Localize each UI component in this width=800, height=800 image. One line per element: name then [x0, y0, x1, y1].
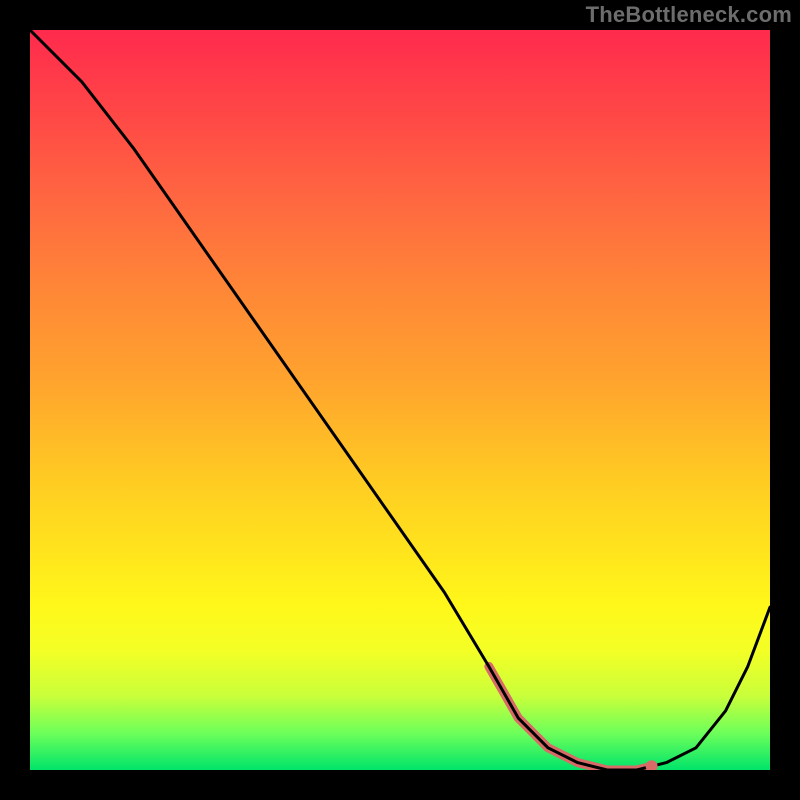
- bottleneck-curve-path: [30, 30, 770, 770]
- plot-area: [30, 30, 770, 770]
- optimal-marker-dot: [646, 760, 658, 770]
- optimal-range-band: [489, 666, 652, 770]
- chart-frame: TheBottleneck.com: [0, 0, 800, 800]
- attribution-text: TheBottleneck.com: [586, 2, 792, 28]
- curve-svg: [30, 30, 770, 770]
